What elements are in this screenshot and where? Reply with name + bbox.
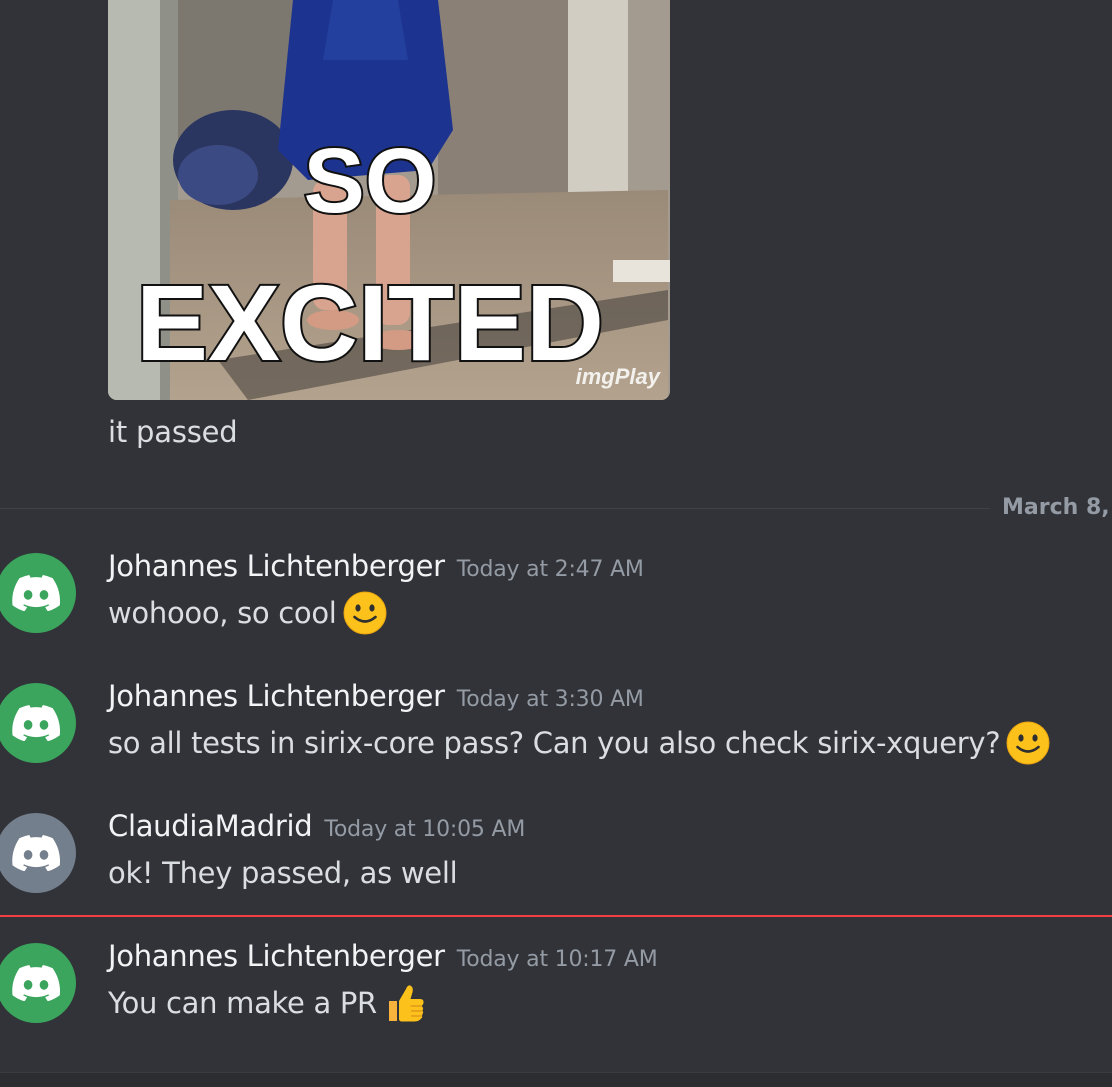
new-messages-divider xyxy=(0,915,1112,917)
gif-embed[interactable]: SO EXCITED imgPlay xyxy=(108,0,670,400)
message-header: Johannes Lichtenberger Today at 10:17 AM xyxy=(108,939,658,977)
message-item: Johannes Lichtenberger Today at 3:30 AM s… xyxy=(0,679,1112,793)
message-text-content: wohooo, so cool xyxy=(108,596,337,630)
thumbs-up-icon[interactable] xyxy=(383,981,427,1025)
message-header: ClaudiaMadrid Today at 10:05 AM xyxy=(108,809,525,847)
divider-line xyxy=(0,508,990,509)
date-label: March 8, 2 xyxy=(1002,495,1112,520)
gif-watermark: imgPlay xyxy=(576,364,662,389)
message-header: Johannes Lichtenberger Today at 2:47 AM xyxy=(108,549,644,587)
message-text: ok! They passed, as well xyxy=(108,851,458,895)
discord-logo-icon xyxy=(12,965,60,1001)
message-text: wohooo, so cool xyxy=(108,591,387,637)
username[interactable]: Johannes Lichtenberger xyxy=(108,679,445,713)
slightly-smiling-face-icon[interactable] xyxy=(1006,721,1050,765)
username[interactable]: ClaudiaMadrid xyxy=(108,809,313,843)
avatar[interactable] xyxy=(0,683,76,763)
message-text-content: so all tests in sirix-core pass? Can you… xyxy=(108,726,1001,760)
username[interactable]: Johannes Lichtenberger xyxy=(108,549,445,583)
message-header: Johannes Lichtenberger Today at 3:30 AM xyxy=(108,679,644,717)
message-item: Johannes Lichtenberger Today at 10:17 AM … xyxy=(0,939,1112,1053)
message-input-edge xyxy=(0,1072,1112,1087)
discord-logo-icon xyxy=(12,575,60,611)
message-item: Johannes Lichtenberger Today at 2:47 AM w… xyxy=(0,549,1112,663)
message-text-content: You can make a PR xyxy=(108,986,377,1020)
discord-logo-icon xyxy=(12,835,60,871)
gif-caption-line2: EXCITED xyxy=(136,262,604,383)
message-text: You can make a PR xyxy=(108,981,427,1027)
message-item: ClaudiaMadrid Today at 10:05 AM ok! They … xyxy=(0,809,1112,923)
message-text: so all tests in sirix-core pass? Can you… xyxy=(108,721,1050,767)
gif-caption-line1: SO xyxy=(304,130,437,232)
date-divider: March 8, 2 xyxy=(0,494,1112,522)
avatar[interactable] xyxy=(0,553,76,633)
discord-logo-icon xyxy=(12,705,60,741)
timestamp[interactable]: Today at 3:30 AM xyxy=(457,687,644,712)
message-text-content: ok! They passed, as well xyxy=(108,856,458,890)
avatar[interactable] xyxy=(0,813,76,893)
username[interactable]: Johannes Lichtenberger xyxy=(108,939,445,973)
gif-image: SO EXCITED imgPlay xyxy=(108,0,670,400)
timestamp[interactable]: Today at 10:05 AM xyxy=(324,817,525,842)
message-text: it passed xyxy=(108,415,238,449)
timestamp[interactable]: Today at 10:17 AM xyxy=(457,947,658,972)
slightly-smiling-face-icon[interactable] xyxy=(343,591,387,635)
avatar[interactable] xyxy=(0,943,76,1023)
timestamp[interactable]: Today at 2:47 AM xyxy=(457,557,644,582)
